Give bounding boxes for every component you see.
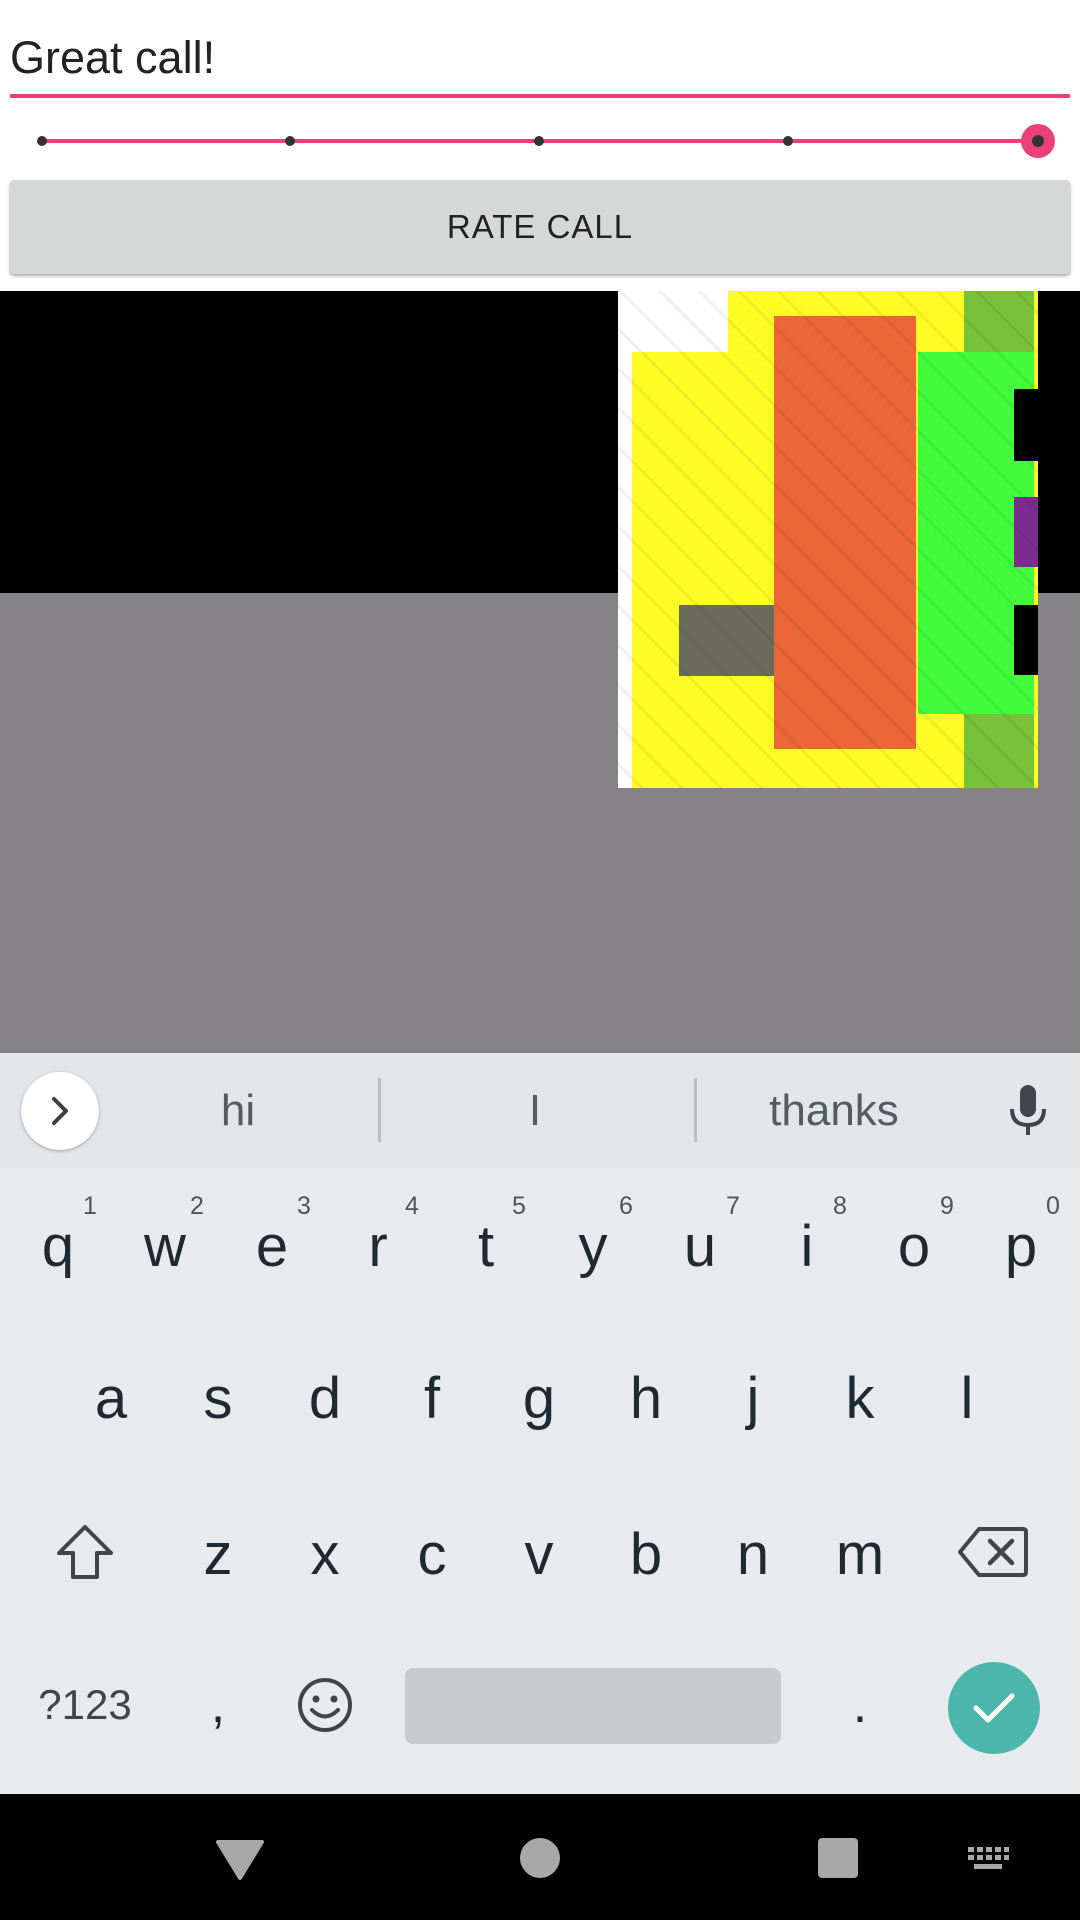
backspace-key[interactable] <box>943 1492 1043 1612</box>
suggestion-2[interactable]: I <box>475 1078 595 1144</box>
rate-call-button[interactable]: RATE CALL <box>10 180 1070 274</box>
checkmark-icon <box>973 1693 1015 1723</box>
key-z[interactable]: z <box>168 1494 268 1614</box>
key-m[interactable]: m <box>810 1494 910 1614</box>
suggestion-1[interactable]: hi <box>178 1078 298 1144</box>
key-e-hint: 3 <box>297 1192 311 1220</box>
keyboard-switch-icon <box>968 1847 1009 1869</box>
key-v[interactable]: v <box>489 1494 589 1614</box>
period-key[interactable]: . <box>810 1650 910 1760</box>
key-j[interactable]: j <box>703 1338 803 1458</box>
expand-toolbar-button[interactable] <box>21 1072 99 1150</box>
key-p-hint: 0 <box>1046 1192 1060 1220</box>
key-g[interactable]: g <box>489 1338 589 1458</box>
suggestion-divider <box>378 1078 381 1142</box>
key-b[interactable]: b <box>596 1494 696 1614</box>
key-c[interactable]: c <box>382 1494 482 1614</box>
key-r-hint: 4 <box>405 1192 419 1220</box>
voice-input-button[interactable] <box>1000 1082 1056 1142</box>
key-n[interactable]: n <box>703 1494 803 1614</box>
recents-button[interactable] <box>818 1838 858 1878</box>
key-l[interactable]: l <box>917 1338 1017 1458</box>
key-q-hint: 1 <box>83 1192 97 1220</box>
key-y-hint: 6 <box>619 1192 633 1220</box>
key-w-hint: 2 <box>190 1192 204 1220</box>
suggestion-divider <box>694 1078 697 1142</box>
camera-test-pattern <box>618 291 1038 788</box>
key-a[interactable]: a <box>61 1338 161 1458</box>
suggestion-3[interactable]: thanks <box>744 1078 924 1144</box>
key-x[interactable]: x <box>275 1494 375 1614</box>
emoji-key[interactable] <box>275 1650 375 1760</box>
home-button[interactable] <box>520 1838 560 1878</box>
slider-tick-1[interactable] <box>37 136 47 146</box>
shift-key[interactable] <box>35 1492 135 1612</box>
slider-thumb[interactable] <box>1021 124 1055 158</box>
key-d[interactable]: d <box>275 1338 375 1458</box>
key-k[interactable]: k <box>810 1338 910 1458</box>
shift-icon <box>57 1525 113 1579</box>
comma-key[interactable]: , <box>168 1650 268 1760</box>
slider-tick-2[interactable] <box>285 136 295 146</box>
symbols-key[interactable]: ?123 <box>18 1650 152 1760</box>
feedback-input[interactable] <box>10 18 1070 98</box>
key-i-hint: 8 <box>833 1192 847 1220</box>
back-icon <box>216 1840 264 1880</box>
key-o-hint: 9 <box>940 1192 954 1220</box>
enter-key[interactable] <box>948 1662 1040 1754</box>
chevron-right-icon <box>52 1097 68 1125</box>
backspace-icon <box>958 1527 1028 1577</box>
key-f[interactable]: f <box>382 1338 482 1458</box>
microphone-icon <box>1010 1085 1046 1135</box>
key-h[interactable]: h <box>596 1338 696 1458</box>
local-video-preview <box>618 291 1038 788</box>
slider-tick-4[interactable] <box>783 136 793 146</box>
space-bar[interactable] <box>405 1668 781 1744</box>
keyboard-switch-button[interactable] <box>966 1845 1010 1873</box>
key-u-hint: 7 <box>726 1192 740 1220</box>
key-s[interactable]: s <box>168 1338 268 1458</box>
back-button[interactable] <box>214 1836 266 1882</box>
emoji-icon <box>298 1678 352 1732</box>
key-t-hint: 5 <box>512 1192 526 1220</box>
slider-tick-3[interactable] <box>534 136 544 146</box>
input-underline <box>10 94 1070 98</box>
